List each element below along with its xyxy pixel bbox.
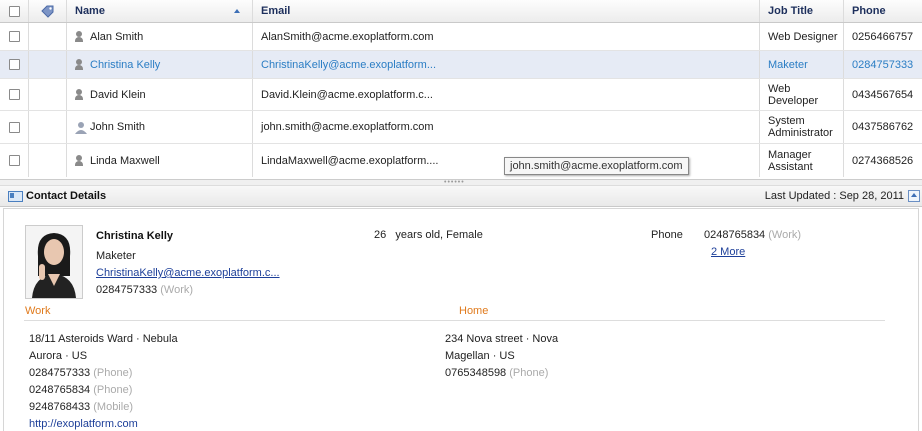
contact-job-title: Maketer: [96, 250, 136, 262]
secondary-phone: 0248765834 (Work): [704, 229, 801, 241]
contact-age-suffix: years old, Female: [395, 229, 483, 241]
contact-phone: 0284757333: [852, 58, 914, 71]
primary-phone-number: 0284757333: [96, 284, 158, 296]
select-all-checkbox[interactable]: [8, 5, 20, 17]
contact-email-link[interactable]: ChristinaKelly@acme.exoplatform.c...: [96, 267, 280, 279]
contact-details-title: Contact Details: [26, 190, 107, 202]
job-title-column-header[interactable]: Job Title: [760, 0, 844, 22]
contact-phone: 0274368526: [852, 154, 914, 167]
phone-label: Phone: [651, 229, 683, 241]
contact-primary-phone: 0284757333 (Work): [96, 284, 193, 296]
contact-job: Maketer: [768, 58, 808, 71]
work-phone-2: 0248765834 (Phone): [29, 384, 132, 396]
row-checkbox[interactable]: [8, 89, 20, 100]
collapse-up-icon[interactable]: [908, 190, 920, 202]
work-website-link[interactable]: http://exoplatform.com: [29, 418, 138, 430]
job-title-header-label: Job Title: [768, 5, 814, 17]
contact-details-panel: Christina Kelly Maketer ChristinaKelly@a…: [3, 208, 919, 431]
contact-photo: [25, 225, 83, 299]
sort-ascending-icon: [234, 9, 240, 13]
person-icon: [75, 59, 83, 70]
home-phone-1-number: 0765348598: [445, 367, 507, 379]
contact-email: AlanSmith@acme.exoplatform.com: [261, 30, 434, 43]
contact-phone: 0434567654: [852, 88, 914, 101]
section-divider: [24, 320, 885, 321]
work-phone-1-type: (Phone): [93, 367, 133, 379]
contact-job-line1: Web: [768, 82, 791, 95]
contact-name: Alan Smith: [90, 30, 144, 43]
more-phones-link[interactable]: 2 More: [711, 246, 745, 258]
last-updated-text: Last Updated : Sep 28, 2011: [764, 190, 904, 202]
contact-email: David.Klein@acme.exoplatform.c...: [261, 88, 433, 101]
contact-name: David Klein: [90, 88, 146, 101]
work-phone-3-type: (Mobile): [93, 401, 133, 413]
work-phone-1-number: 0284757333: [29, 367, 91, 379]
home-address-line1: 234 Nova street · Nova: [445, 333, 559, 345]
contacts-grid: Name Email Job Title Phone Alan Smith Al…: [0, 0, 922, 180]
row-checkbox[interactable]: [8, 59, 20, 70]
table-row[interactable]: Christina Kelly ChristinaKelly@acme.exop…: [0, 51, 922, 79]
tag-column-header[interactable]: [29, 0, 67, 22]
contact-job-line2: Developer: [768, 94, 819, 107]
primary-phone-type: (Work): [160, 284, 194, 296]
secondary-phone-type: (Work): [768, 229, 802, 241]
person-icon: [75, 155, 83, 166]
home-section-title: Home: [459, 305, 489, 317]
contact-details-bar: Contact Details Last Updated : Sep 28, 2…: [0, 186, 922, 207]
home-phone-1: 0765348598 (Phone): [445, 367, 548, 379]
contact-email: LindaMaxwell@acme.exoplatform....: [261, 154, 439, 167]
work-address-line2: Aurora · US: [29, 350, 88, 362]
secondary-phone-number: 0248765834: [704, 229, 766, 241]
row-checkbox[interactable]: [8, 121, 20, 133]
work-phone-3: 9248768433 (Mobile): [29, 401, 133, 413]
contact-job-line2: Administrator: [768, 127, 833, 139]
contact-phone: 0437586762: [852, 121, 914, 133]
contact-email: ChristinaKelly@acme.exoplatform...: [261, 58, 437, 71]
work-address-line1: 18/11 Asteroids Ward · Nebula: [29, 333, 178, 345]
phone-header-label: Phone: [852, 5, 886, 17]
person-icon: [75, 89, 83, 100]
contact-job-line1: System: [768, 115, 805, 127]
table-row[interactable]: Linda Maxwell LindaMaxwell@acme.exoplatf…: [0, 144, 922, 177]
table-row[interactable]: David Klein David.Klein@acme.exoplatform…: [0, 79, 922, 111]
work-phone-2-number: 0248765834: [29, 384, 91, 396]
contact-job-line1: Manager: [768, 148, 812, 161]
contact-phone: 0256466757: [852, 30, 914, 43]
contact-age-gender: 26 years old, Female: [374, 229, 483, 241]
name-column-header[interactable]: Name: [67, 0, 253, 22]
contact-full-name: Christina Kelly: [96, 230, 174, 242]
grid-header: Name Email Job Title Phone: [0, 0, 922, 23]
select-all-cell[interactable]: [0, 0, 29, 22]
contact-name: Linda Maxwell: [90, 154, 160, 167]
home-address-line2: Magellan · US: [445, 350, 515, 362]
email-header-label: Email: [261, 5, 291, 17]
splitter-grip-icon: ••••••: [444, 179, 465, 186]
work-section-title: Work: [25, 305, 51, 317]
table-row[interactable]: John Smith john.smith@acme.exoplatform.c…: [0, 111, 922, 144]
table-row[interactable]: Alan Smith AlanSmith@acme.exoplatform.co…: [0, 23, 922, 51]
email-column-header[interactable]: Email: [253, 0, 760, 22]
home-phone-1-type: (Phone): [509, 367, 549, 379]
name-header-label: Name: [75, 5, 105, 17]
person-icon: [75, 31, 83, 42]
contact-name: Christina Kelly: [90, 58, 161, 71]
phone-column-header[interactable]: Phone: [844, 0, 922, 22]
work-phone-1: 0284757333 (Phone): [29, 367, 132, 379]
contact-job: Web Designer: [768, 30, 838, 43]
user-icon: [75, 121, 87, 134]
work-phone-3-number: 9248768433: [29, 401, 91, 413]
contact-email: john.smith@acme.exoplatform.com: [261, 121, 434, 133]
row-checkbox[interactable]: [8, 155, 20, 166]
contact-job-line2: Assistant: [768, 160, 813, 173]
work-phone-2-type: (Phone): [93, 384, 133, 396]
row-checkbox[interactable]: [8, 31, 20, 42]
contact-card-icon: [8, 190, 23, 202]
email-tooltip: john.smith@acme.exoplatform.com: [504, 157, 689, 175]
contact-name: John Smith: [90, 121, 146, 133]
contact-age: 26: [374, 229, 387, 241]
tag-icon: [41, 5, 54, 18]
